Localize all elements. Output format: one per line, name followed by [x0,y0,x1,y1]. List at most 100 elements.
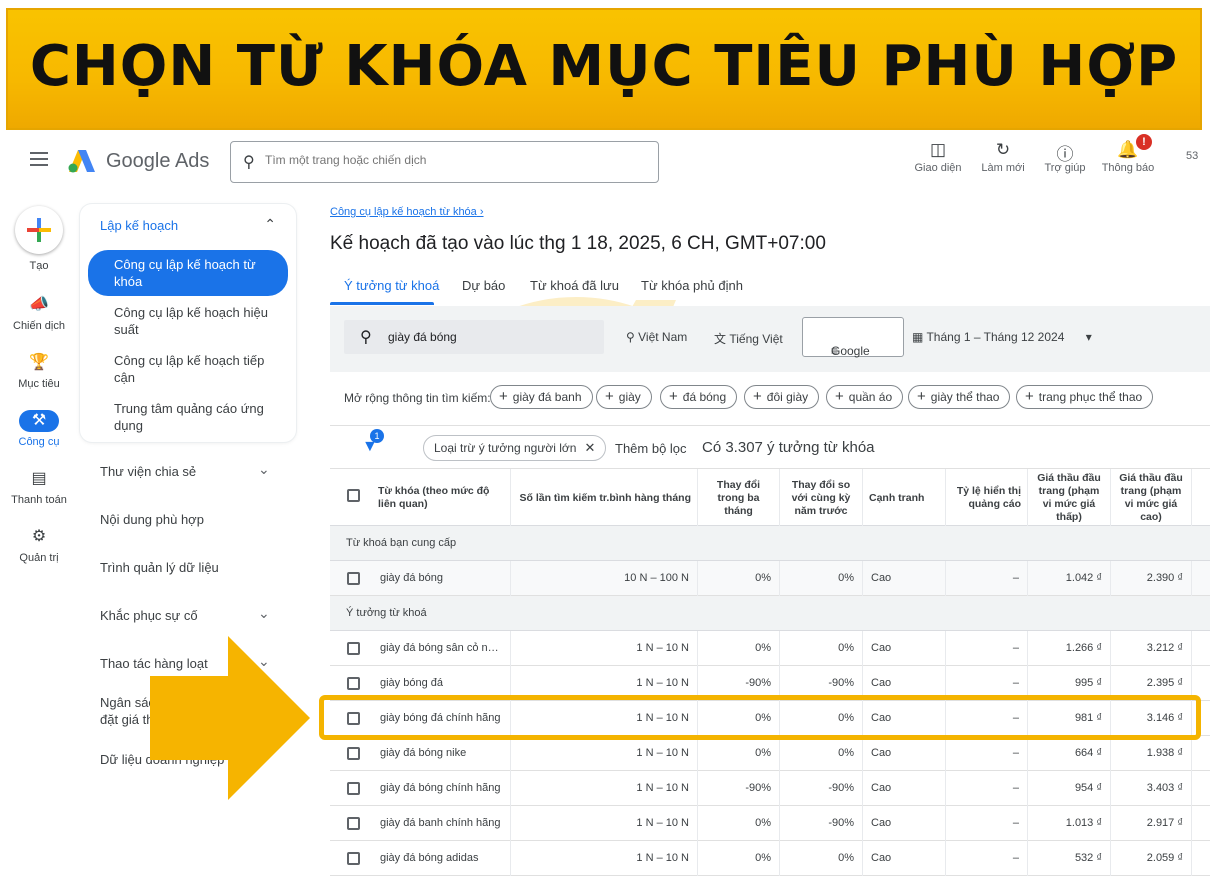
table-row[interactable]: giày đá bóng nike 1 N – 10 N 0% 0% Cao –664 ₫… [330,736,1210,771]
broaden-chip[interactable]: + giày thể thao [908,385,1011,409]
side-item-bulk-actions[interactable]: Thao tác hàng loạt [100,655,208,672]
broaden-chip[interactable]: + giày [596,385,652,409]
filter-count-badge: 1 [370,429,384,443]
side-item-budgets-bidding[interactable]: Ngân sác đặt giá th [100,694,155,728]
header-ad-impression-share[interactable]: Tỷ lệ hiển thị quảng cáo [946,469,1028,527]
tab-forecast[interactable]: Dự báo [462,278,505,293]
row-checkbox[interactable] [347,747,360,760]
keyword-idea-count: Có 3.307 ý tưởng từ khóa [702,439,875,456]
menu-item-app-advertising-hub[interactable]: Trung tâm quảng cáo ứng dụng [88,394,288,440]
help-button[interactable]: ⓘ Trợ giúp [1042,140,1088,174]
breadcrumb-link[interactable]: Công cụ lập kế hoạch từ khóa [330,206,477,218]
tab-keyword-ideas[interactable]: Ý tưởng từ khoá [344,278,439,293]
plus-icon: + [669,388,678,405]
header-bid-low[interactable]: Giá thầu đầu trang (phạm vi mức giá thấp… [1028,469,1111,527]
dropdown-arrow-icon: ▾ [1085,330,1092,344]
cell-bid-low: 1.266 ₫ [1028,631,1111,666]
side-item-shared-library[interactable]: Thư viện chia sẻ [100,463,196,480]
search-network-filter[interactable]: ≡ Google [802,317,904,358]
row-checkbox[interactable] [347,677,360,690]
chevron-down-icon[interactable]: ⌄ [258,653,270,670]
notifications-button[interactable]: 🔔 ! Thông báo [1100,134,1156,174]
row-checkbox[interactable] [347,782,360,795]
broaden-chip[interactable]: + đôi giày [744,385,820,409]
menu-item-reach-planner[interactable]: Công cụ lập kế hoạch tiếp cận [88,346,288,392]
rail-campaigns[interactable]: 📣 Chiến dịch [6,294,72,332]
idea-rows: giày đá bóng sân cỏ nhân... 1 N – 10 N 0% 0… [330,631,1210,876]
side-item-data-manager[interactable]: Trình quản lý dữ liệu [100,559,219,576]
rail-billing[interactable]: ▤ Thanh toán [6,468,72,506]
rail-goals[interactable]: 🏆 Mục tiêu [6,352,72,390]
rail-tools[interactable]: ⚒ Công cụ [6,410,72,448]
search-box[interactable]: ⚲ [230,141,659,183]
rail-create[interactable]: Tạo [6,206,72,272]
select-all-checkbox[interactable] [347,489,360,502]
chevron-down-icon[interactable]: ⌄ [258,461,270,478]
cell-three-month: 0% [698,701,780,736]
row-checkbox[interactable] [347,817,360,830]
row-checkbox[interactable] [347,852,360,865]
location-filter[interactable]: ⚲ Việt Nam [626,330,687,344]
header-yoy-change[interactable]: Thay đổi so với cùng kỳ năm trước [780,469,863,527]
cell-volume: 1 N – 10 N [511,806,698,841]
google-ads-logo-icon [68,150,95,173]
table-row[interactable]: giày đá bóng chính hãng 1 N – 10 N -90% -90… [330,771,1210,806]
row-checkbox[interactable] [347,572,360,585]
menu-icon[interactable] [30,152,48,166]
side-item-business-data[interactable]: Dữ liệu doanh nghiệp [100,751,224,768]
side-item-troubleshooting[interactable]: Khắc phục sự cố [100,607,198,624]
refresh-button[interactable]: ↻ Làm mới [978,140,1028,174]
cell-bid-high: 3.212 ₫ [1111,631,1192,666]
language-filter[interactable]: 文 Tiếng Việt [714,330,783,347]
select-all-header [330,469,372,527]
side-item-content-suitability[interactable]: Nội dung phù hợp [100,511,204,528]
cell-competition: Cao [863,631,946,666]
tab-saved-keywords[interactable]: Từ khoá đã lưu [530,278,619,293]
exclude-adult-label: Loại trừ ý tưởng người lớn [434,441,577,455]
header-avg-searches[interactable]: Số lần tìm kiếm tr.bình hàng tháng [511,469,698,527]
breadcrumb[interactable]: Công cụ lập kế hoạch từ khóa › [330,206,484,218]
calendar-icon: ▦ [912,330,924,344]
keyword-input[interactable]: ⚲ giày đá bóng [344,320,604,354]
table-row[interactable]: giày bóng đá chính hãng 1 N – 10 N 0% 0% Cao… [330,701,1210,736]
broaden-chip[interactable]: + giày đá banh [490,385,593,409]
cell-three-month: 0% [698,806,780,841]
cell-bid-low: 1.042 ₫ [1028,561,1111,596]
appearance-button[interactable]: ◫ Giao diện [914,140,962,174]
broaden-chip[interactable]: + quần áo [826,385,904,409]
keyword-value: giày đá bóng [388,330,457,344]
rail-admin[interactable]: ⚙ Quản trị [6,526,72,564]
row-checkbox[interactable] [347,642,360,655]
search-input[interactable] [265,153,645,167]
chevron-down-icon[interactable]: ⌄ [258,605,270,622]
table-row[interactable]: giày đá bóng 10 N – 100 N 0% 0% Cao –1.042 ₫ 2… [330,561,1210,596]
account-id-partial: 53 [1186,150,1199,162]
row-checkbox[interactable] [347,712,360,725]
table-row[interactable]: giày đá banh chính hãng 1 N – 10 N 0% -90% C… [330,806,1210,841]
chevron-up-icon[interactable]: ⌃ [264,216,276,233]
search-filters: ⚲ giày đá bóng ⚲ Việt Nam 文 Tiếng Việt ≡… [330,306,1210,372]
menu-item-performance-planner[interactable]: Công cụ lập kế hoạch hiệu suất [88,298,288,344]
table-row[interactable]: giày đá bóng sân cỏ nhân... 1 N – 10 N 0% 0… [330,631,1210,666]
header-bid-high[interactable]: Giá thầu đầu trang (phạm vi mức giá cao) [1111,469,1192,527]
cell-volume: 1 N – 10 N [511,666,698,701]
exclude-adult-filter-chip[interactable]: Loại trừ ý tưởng người lớn ✕ [423,435,607,461]
broaden-chip-label: đá bóng [682,390,727,404]
table-row[interactable]: giày bóng đá 1 N – 10 N -90% -90% Cao –995 ₫ 2… [330,666,1210,701]
add-filter-button[interactable]: Thêm bộ lọc [615,441,687,456]
broaden-chip[interactable]: + đá bóng [660,385,738,409]
header-three-month-change[interactable]: Thay đổi trong ba tháng [698,469,780,527]
header-competition[interactable]: Cạnh tranh [863,469,946,527]
date-range-filter[interactable]: ▦ Tháng 1 – Tháng 12 2024 ▾ [912,330,1092,344]
cell-bid-high: 1.938 ₫ [1111,736,1192,771]
tab-negative-keywords[interactable]: Từ khóa phủ định [641,278,743,293]
menu-item-keyword-planner[interactable]: Công cụ lập kế hoạch từ khóa [88,250,288,296]
broaden-chip[interactable]: + trang phục thể thao [1016,385,1154,409]
cell-volume: 1 N – 10 N [511,736,698,771]
cell-bid-high: 3.403 ₫ [1111,771,1192,806]
planning-section-title[interactable]: Lập kế hoạch [100,218,178,233]
table-row[interactable]: giày đá bóng adidas 1 N – 10 N 0% 0% Cao –532… [330,841,1210,876]
close-icon[interactable]: ✕ [584,440,595,455]
cell-impr-share: – [946,841,1028,876]
header-keyword[interactable]: Từ khóa (theo mức độ liên quan) [372,469,511,527]
